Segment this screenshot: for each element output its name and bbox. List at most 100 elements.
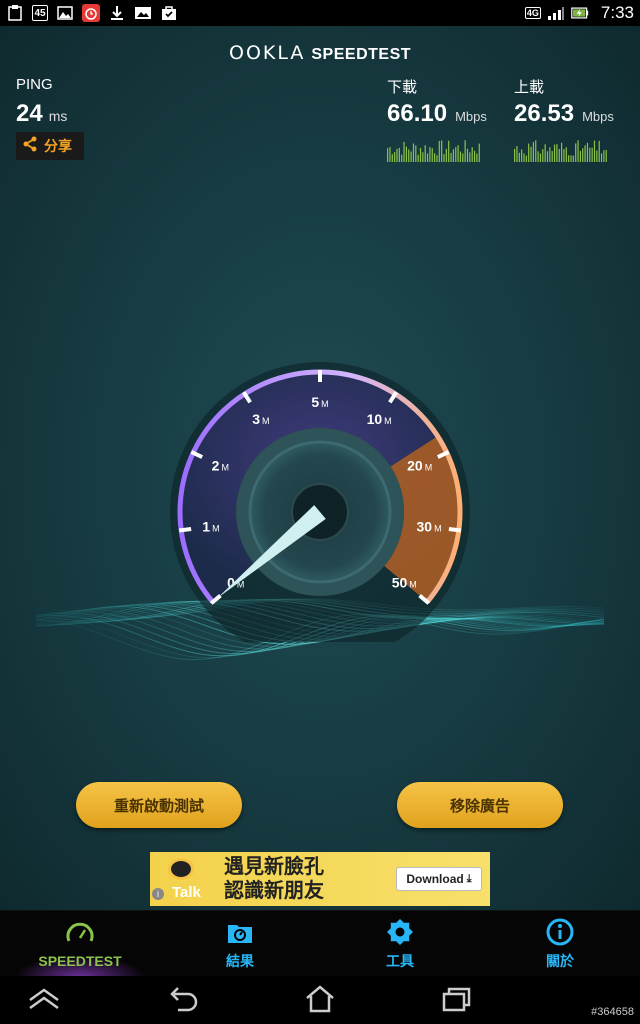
back-icon[interactable]	[166, 984, 202, 1014]
sparkline-bar	[575, 143, 577, 162]
bottom-tab-bar: SPEEDTEST 結果 工具 關於	[0, 910, 640, 977]
clipboard-icon	[6, 4, 24, 22]
status-bar: 45 4G 7:33	[0, 0, 640, 26]
home-icon[interactable]	[302, 984, 338, 1014]
sparkline-bar	[410, 151, 412, 162]
remove-ads-button[interactable]: 移除廣告	[397, 782, 563, 828]
sparkline-bar	[539, 153, 542, 162]
sparkline-bar	[584, 145, 586, 162]
ad-download-button[interactable]: Download ⤓	[396, 867, 482, 891]
sparkline-bar	[532, 142, 534, 162]
sparkline-bar	[518, 152, 520, 162]
tab-speedtest[interactable]: SPEEDTEST	[0, 911, 160, 976]
sparkline-bar	[525, 155, 527, 162]
sparkline-bar	[603, 150, 605, 162]
tab-results[interactable]: 結果	[160, 911, 320, 976]
sparkline-bar	[570, 155, 572, 162]
sparkline-bar	[445, 148, 447, 162]
download-icon: ⤓	[466, 872, 472, 885]
info-icon	[546, 918, 574, 945]
sparkline-bar	[565, 147, 567, 162]
speedtest-screen: OOKLA SPEEDTEST PING 24 ms 分享 下載 66.10 Mbps…	[0, 26, 640, 910]
sparkline-bar	[596, 150, 598, 162]
sparkline-bar	[452, 149, 454, 162]
sparkline-bar	[556, 144, 558, 162]
ad-line-2: 認識新朋友	[224, 880, 324, 902]
sparkline-bar	[462, 153, 464, 162]
sparkline-bar	[459, 151, 462, 162]
share-button[interactable]: 分享	[16, 132, 84, 160]
upload-unit: Mbps	[582, 109, 614, 124]
ad-brand: Talk	[172, 884, 201, 901]
sparkline-bar	[466, 148, 469, 162]
sparkline-bar	[572, 155, 574, 162]
system-nav-bar	[0, 976, 640, 1024]
sparkline-bar	[598, 140, 600, 162]
gear-hole	[395, 927, 405, 936]
tab-label: 工具	[386, 952, 414, 969]
tab-label: 結果	[226, 952, 254, 969]
sparkline-bar	[473, 150, 476, 162]
sparkline-bar	[469, 152, 471, 162]
ad-download-label: Download	[406, 872, 464, 886]
photo-icon	[134, 4, 152, 22]
download-arrow-icon	[108, 4, 126, 22]
sparkline-bar	[387, 148, 389, 162]
ad-banner[interactable]: i Talk 遇見新臉孔 認識新朋友 Download ⤓	[150, 852, 490, 906]
share-label: 分享	[44, 138, 72, 154]
sparkline-bar	[405, 146, 407, 162]
sparkline-bar	[438, 140, 440, 162]
tab-tools[interactable]: 工具	[320, 911, 480, 976]
sparkline-bar	[516, 146, 518, 162]
upload-value: 26.53	[514, 100, 575, 127]
download-value-group: 66.10 Mbps	[387, 100, 487, 128]
folder-results-icon	[228, 924, 252, 943]
sparkline-bar	[523, 153, 525, 162]
sparkline-bar	[589, 147, 591, 162]
sparkline-bar	[579, 150, 581, 162]
sparkline-bar	[426, 153, 429, 162]
ookla-speedtest-logo: OOKLA SPEEDTEST	[0, 42, 640, 65]
sparkline-bar	[448, 140, 450, 162]
home-up-icon[interactable]	[26, 984, 62, 1014]
signal-icon	[547, 4, 565, 22]
sparkline-bar	[391, 154, 393, 162]
sparkline-bar	[514, 148, 516, 162]
sparkline-bar	[455, 147, 457, 162]
ping-value-group: 24 ms	[16, 100, 67, 128]
sparkline-bar	[457, 145, 459, 162]
tab-label: 關於	[546, 952, 574, 969]
sparkline-bar	[561, 142, 563, 162]
recents-icon[interactable]	[438, 984, 474, 1014]
sparkline-bar	[403, 141, 405, 162]
sparkline-bar	[549, 147, 551, 162]
sparkline-bar	[401, 154, 403, 162]
ad-info-icon[interactable]: i	[152, 888, 164, 900]
sparkline-bar	[431, 148, 433, 162]
shopping-bag-icon	[160, 4, 178, 22]
upload-value-group: 26.53 Mbps	[514, 100, 614, 128]
sparkline-bar	[396, 148, 398, 162]
logo-speedtest: SPEEDTEST	[311, 46, 412, 63]
tab-about[interactable]: 關於	[480, 911, 640, 976]
restart-test-button[interactable]: 重新啟動測試	[76, 782, 242, 828]
sparkline-bar	[443, 154, 445, 162]
bee-icon	[168, 858, 194, 880]
gauge-tick	[178, 526, 192, 533]
ad-logo: i Talk	[150, 852, 220, 906]
sparkline-bar	[415, 145, 417, 162]
upload-sparkline	[514, 140, 607, 162]
sparkline-bar	[464, 140, 466, 162]
sparkline-bar	[600, 153, 603, 162]
ad-line-1: 遇見新臉孔	[224, 856, 324, 878]
sparkline-bar	[471, 147, 473, 162]
gauge-tick	[448, 526, 462, 533]
sparkline-bar	[394, 152, 396, 162]
sparkline-bar	[544, 144, 546, 162]
image-icon	[56, 4, 74, 22]
sparkline-bar	[586, 142, 589, 162]
ping-label: PING	[16, 76, 53, 93]
sparkline-bar	[417, 154, 419, 162]
notification-count-badge: 45	[32, 5, 48, 21]
sparkline-bar	[436, 155, 438, 162]
